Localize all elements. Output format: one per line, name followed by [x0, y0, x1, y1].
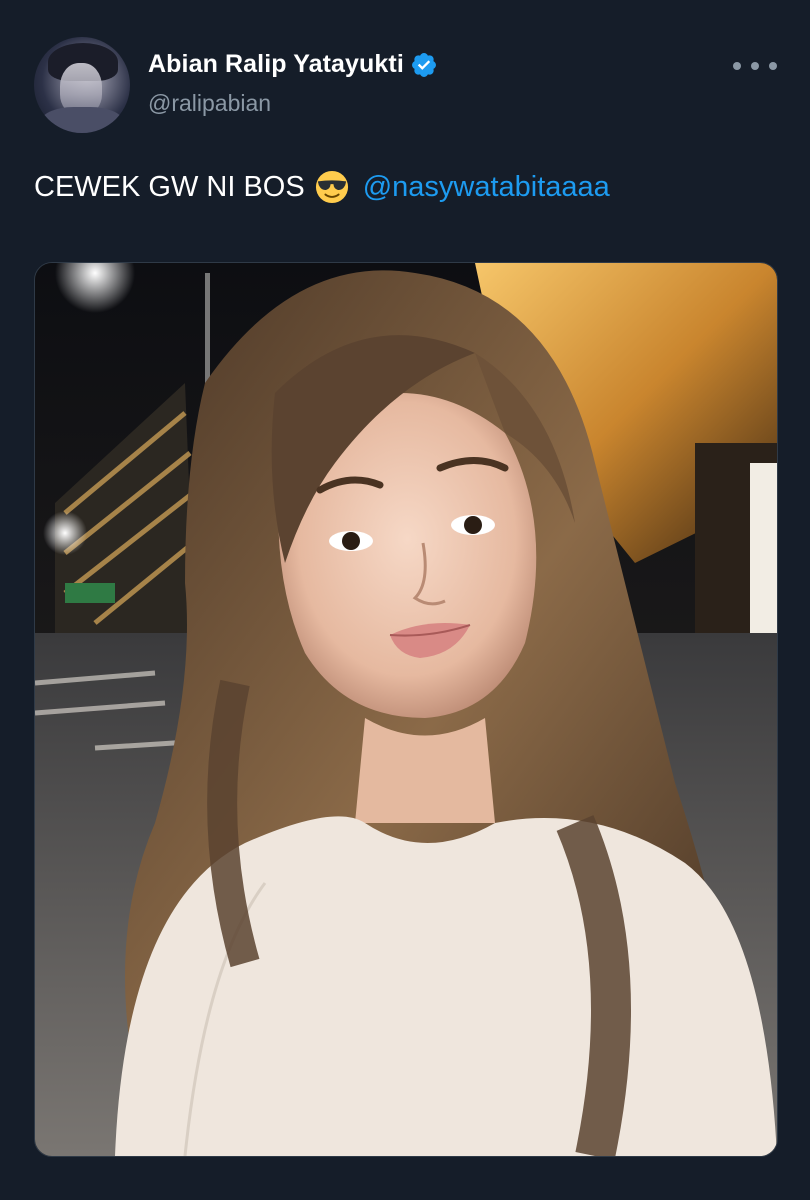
avatar-shoulders	[40, 107, 124, 133]
ellipsis-icon	[751, 62, 759, 70]
ellipsis-icon	[733, 62, 741, 70]
tweet-card: Abian Ralip Yatayukti @ralipabian CEWEK …	[0, 0, 810, 1200]
author-handle[interactable]: @ralipabian	[148, 90, 271, 117]
ellipsis-icon	[769, 62, 777, 70]
smiling-face-with-sunglasses-icon	[315, 170, 348, 204]
photo-illustration	[35, 263, 777, 1156]
author-avatar[interactable]	[34, 37, 130, 133]
mention-link[interactable]: @nasywatabitaaaa	[363, 171, 610, 204]
tweet-text: CEWEK GW NI BOS @nasywatabitaaaa	[34, 170, 610, 204]
more-options-button[interactable]	[733, 54, 777, 78]
tweet-text-body: CEWEK GW NI BOS	[34, 170, 305, 203]
tweet-photo[interactable]	[34, 262, 778, 1157]
author-name-row[interactable]: Abian Ralip Yatayukti	[148, 50, 438, 79]
author-display-name[interactable]: Abian Ralip Yatayukti	[148, 50, 404, 79]
verified-badge-icon	[411, 52, 436, 77]
